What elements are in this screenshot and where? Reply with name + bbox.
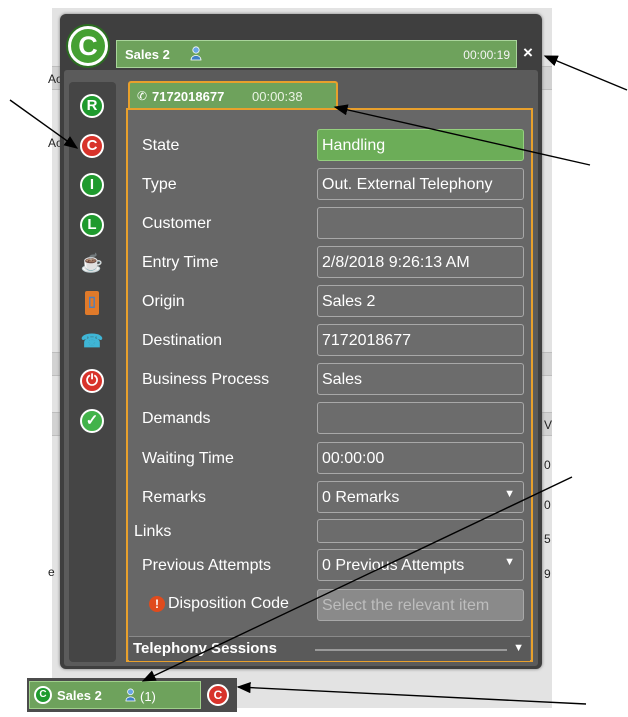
destination-field[interactable]: 7172018677 [317, 324, 524, 356]
demands-field[interactable] [317, 402, 524, 434]
warning-icon: ! [149, 595, 165, 612]
remarks-row: Remarks 0 Remarks ▼ [128, 479, 528, 517]
contact-badge-icon: C [34, 686, 52, 704]
session-header[interactable]: Sales 2 00:00:19 [116, 40, 517, 68]
background-text: 5 [544, 532, 551, 546]
field-label: Disposition Code [168, 595, 289, 612]
agent-person-icon [125, 688, 136, 702]
field-label: State [142, 137, 180, 154]
disposition-code-select[interactable]: Select the relevant item [317, 589, 524, 621]
waiting-time-field[interactable]: 00:00:00 [317, 442, 524, 474]
field-label: Customer [142, 215, 212, 232]
demands-row: Demands [128, 400, 528, 438]
session-timer: 00:00:19 [463, 48, 510, 62]
previous-attempts-value: 0 Previous Attempts [322, 557, 465, 574]
background-text: V [544, 418, 553, 432]
field-label: Origin [142, 293, 185, 310]
call-tab[interactable]: ✆ 7172018677 00:00:38 [128, 81, 338, 109]
field-label: Entry Time [142, 254, 219, 271]
links-row: Links [128, 516, 528, 543]
taskbar-count: (1) [140, 689, 156, 704]
background-text: 9 [544, 567, 551, 581]
field-label: Links [134, 523, 172, 540]
ready-icon[interactable]: R [80, 94, 104, 118]
idle-icon[interactable]: I [80, 173, 104, 197]
phone-transfer-icon[interactable]: ☎ [80, 331, 104, 355]
field-label: Previous Attempts [142, 557, 271, 574]
remarks-value: 0 Remarks [322, 489, 400, 506]
contact-badge-icon: C [68, 26, 108, 66]
entry-time-row: Entry Time 2/8/2018 9:26:13 AM [128, 244, 528, 282]
arrow-to-close [543, 55, 628, 91]
session-title: Sales 2 [125, 47, 170, 62]
disposition-code-row: ! Disposition Code Select the relevant it… [128, 587, 528, 625]
previous-attempts-dropdown[interactable]: 0 Previous Attempts ▼ [317, 549, 524, 581]
close-icon[interactable]: × [523, 41, 533, 65]
phone-icon: ✆ [137, 89, 148, 103]
remarks-dropdown[interactable]: 0 Remarks ▼ [317, 481, 524, 513]
field-label: Remarks [142, 489, 207, 506]
type-field[interactable]: Out. External Telephony [317, 168, 524, 200]
logoff-icon[interactable]: L [80, 213, 104, 237]
chevron-down-icon[interactable]: ▼ [504, 488, 515, 500]
call-duration: 00:00:38 [252, 89, 303, 104]
section-title: Telephony Sessions [133, 640, 277, 657]
break-cup-icon[interactable]: ☕ [80, 253, 104, 277]
power-icon[interactable]: ⏻ [80, 369, 104, 393]
state-field: Handling [317, 129, 524, 161]
background-text: e [48, 565, 55, 579]
type-row: Type Out. External Telephony [128, 166, 528, 204]
field-label: Type [142, 176, 177, 193]
alert-badge-icon[interactable]: C [207, 684, 229, 706]
contact-icon[interactable]: C [80, 134, 104, 158]
chevron-down-icon[interactable]: ▼ [504, 556, 515, 568]
field-label: Waiting Time [142, 450, 234, 467]
previous-attempts-row: Previous Attempts 0 Previous Attempts ▼ [128, 547, 528, 585]
taskbar-session-label: Sales 2 [57, 688, 102, 703]
origin-field[interactable]: Sales 2 [317, 285, 524, 317]
business-process-row: Business Process Sales [128, 361, 528, 399]
agent-person-icon [190, 46, 202, 61]
field-label: Demands [142, 410, 211, 427]
background-text: 0 [544, 458, 551, 472]
call-number: 7172018677 [152, 89, 225, 104]
customer-row: Customer [128, 205, 528, 243]
field-label: Business Process [142, 371, 270, 388]
waiting-time-row: Waiting Time 00:00:00 [128, 440, 528, 478]
entry-time-field[interactable]: 2/8/2018 9:26:13 AM [317, 246, 524, 278]
telephony-sessions-header[interactable]: Telephony Sessions ▼ [129, 636, 530, 661]
disposition-label: ! Disposition Code [149, 595, 289, 613]
business-process-field[interactable]: Sales [317, 363, 524, 395]
background-text: 0 [544, 498, 551, 512]
field-label: Destination [142, 332, 223, 349]
complete-check-icon[interactable]: ✓ [80, 409, 104, 433]
customer-field[interactable] [317, 207, 524, 239]
destination-row: Destination 7172018677 [128, 322, 528, 360]
door-exit-icon[interactable]: ▯ [85, 291, 99, 315]
state-row: State Handling [128, 127, 528, 165]
origin-row: Origin Sales 2 [128, 283, 528, 321]
chevron-down-icon[interactable]: ▼ [513, 642, 524, 654]
taskbar-session-button[interactable]: C Sales 2 (1) [29, 681, 201, 709]
links-field[interactable] [317, 519, 524, 543]
section-divider [315, 649, 507, 651]
